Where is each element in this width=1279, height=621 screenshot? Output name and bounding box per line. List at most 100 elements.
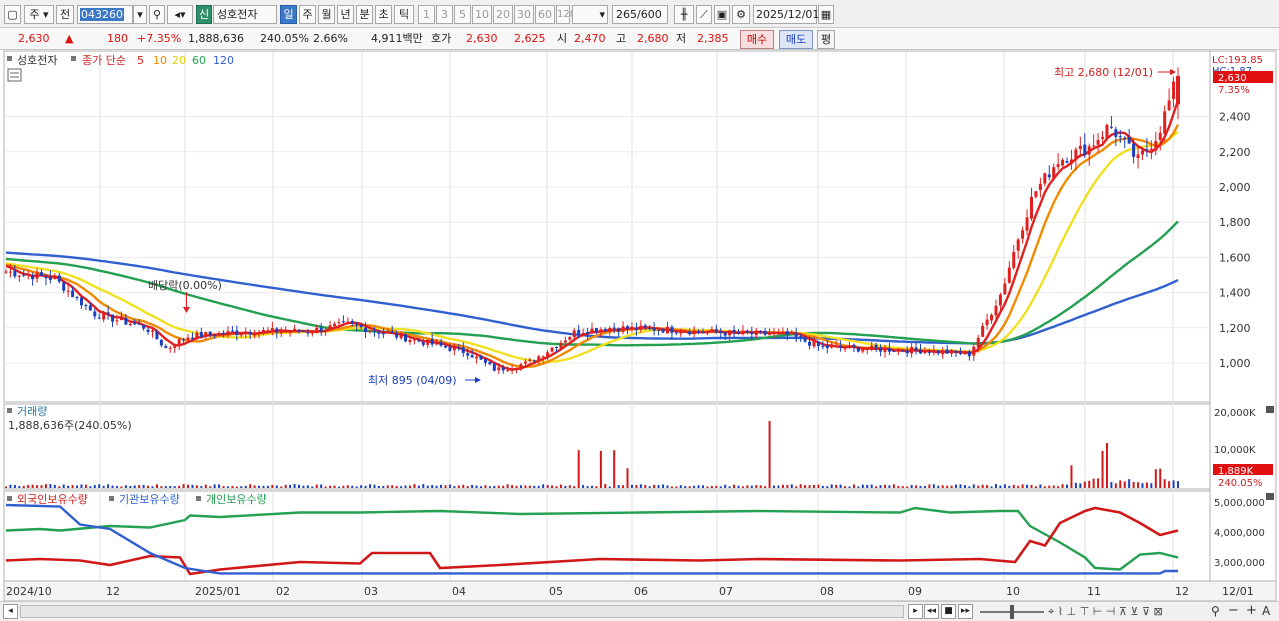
candle-body — [84, 305, 88, 307]
candle-body — [1012, 251, 1016, 268]
legend-square-icon — [109, 496, 114, 501]
volume-bar — [395, 485, 398, 488]
candle-body — [634, 327, 638, 330]
volume-bar — [13, 484, 16, 488]
volume-bar — [733, 484, 736, 488]
candle-body — [190, 337, 194, 340]
font-size-icon[interactable]: A — [1262, 604, 1270, 618]
volume-bar — [133, 485, 136, 488]
candle-body — [577, 329, 581, 334]
zoom-out-icon[interactable]: − — [1228, 603, 1239, 618]
volume-panel-close-icon[interactable] — [1266, 406, 1274, 413]
volume-bar — [852, 484, 855, 488]
pct-label: 7.35% — [1218, 85, 1250, 96]
volume-bar — [31, 484, 34, 488]
candle-body — [159, 339, 163, 346]
candle-body — [652, 328, 656, 331]
candle-body — [981, 325, 985, 337]
volume-bar — [644, 485, 647, 488]
table-toggle-icon[interactable] — [7, 68, 22, 82]
candle-body — [8, 271, 12, 273]
candle-body — [750, 332, 754, 335]
holdings-panel-close-icon[interactable] — [1266, 493, 1274, 500]
scroll-right-icon[interactable]: ▸ — [908, 604, 923, 619]
candle-body — [350, 321, 354, 324]
x-label: 2024/10 — [6, 585, 52, 598]
volume-bar — [719, 486, 722, 488]
volume-bar — [928, 484, 931, 488]
volume-bar — [377, 485, 380, 488]
scroll-left-icon[interactable]: ◂ — [3, 604, 18, 619]
candle-body — [790, 332, 794, 334]
volume-bar — [178, 485, 181, 488]
rewind-icon[interactable]: ◂◂ — [924, 604, 939, 619]
volume-bar — [386, 485, 389, 488]
candle-body — [1132, 143, 1136, 157]
zoom-icon[interactable]: ⚲ — [1211, 604, 1220, 618]
volume-bar — [1128, 479, 1131, 488]
candle-body — [763, 330, 767, 335]
candle-body — [230, 330, 234, 332]
stop-icon[interactable]: ■ — [941, 604, 956, 619]
volume-bar — [408, 485, 411, 488]
volume-bar — [1039, 484, 1042, 488]
volume-bar — [866, 484, 869, 488]
volume-bar — [471, 484, 474, 488]
legend-ma60: 60 — [192, 54, 206, 67]
volume-bar — [1163, 479, 1166, 488]
candle-body — [510, 368, 514, 371]
candle-body — [737, 332, 740, 334]
holdings-ytick-3m: 3,000,000 — [1214, 558, 1265, 569]
x-label: 12 — [1175, 585, 1189, 598]
candle-body — [62, 282, 66, 291]
candle-body — [1052, 167, 1056, 179]
volume-bar — [1021, 484, 1024, 488]
legend-square-icon — [7, 496, 12, 501]
candle-body — [31, 275, 35, 280]
horizontal-scrollbar[interactable] — [20, 605, 904, 618]
price-ytick: 1,200 — [1219, 322, 1251, 335]
candle-body — [333, 323, 337, 327]
volume-bar — [999, 485, 1002, 488]
candle-body — [1078, 145, 1082, 150]
candle-body — [927, 351, 931, 353]
volume-bar — [1026, 484, 1029, 488]
candle-body — [1118, 136, 1122, 138]
candle-body — [794, 333, 798, 337]
candle-body — [381, 333, 385, 335]
volume-bar — [1172, 480, 1175, 488]
volume-bar — [444, 485, 447, 488]
candle-body — [785, 331, 789, 335]
candle-body — [1167, 100, 1171, 111]
candle-body — [1092, 145, 1096, 147]
low-annotation: 최저 895 (04/09) — [368, 374, 457, 387]
volume-bar — [44, 484, 47, 488]
volume-bar — [670, 486, 673, 488]
volume-bar — [591, 485, 593, 488]
volume-bar — [342, 485, 345, 488]
volume-bar — [151, 486, 154, 488]
volume-bar — [102, 485, 105, 488]
candle-body — [466, 353, 470, 356]
volume-bar — [457, 485, 460, 488]
candle-body — [328, 325, 332, 330]
forward-icon[interactable]: ▸▸ — [958, 604, 973, 619]
volume-bar — [329, 485, 332, 488]
volume-bar — [275, 485, 278, 488]
stock-chart[interactable]: 성호전자 종가 단순 5 10 20 60 120 LC:193.85 HC:1… — [0, 0, 1279, 601]
candle-body — [657, 329, 661, 331]
candle-body — [692, 330, 696, 335]
price-ytick: 1,000 — [1219, 357, 1251, 370]
draw-tools-icon[interactable]: ⌖ ⌇ ⊥ ⊤ ⊢ ⊣ ⊼ ⊻ ⊽ ⊠ — [1048, 605, 1163, 619]
candle-body — [648, 327, 652, 329]
volume-bar — [879, 485, 882, 488]
volume-title: 거래량 — [17, 405, 47, 418]
candle-body — [79, 297, 83, 306]
zoom-in-icon[interactable]: + — [1246, 603, 1257, 618]
candle-body — [546, 352, 550, 357]
candle-body — [1056, 164, 1060, 168]
volume-bar — [968, 486, 971, 488]
candle-body — [488, 361, 492, 365]
zoom-slider-handle[interactable] — [1010, 605, 1014, 619]
volume-bar — [1066, 484, 1069, 488]
